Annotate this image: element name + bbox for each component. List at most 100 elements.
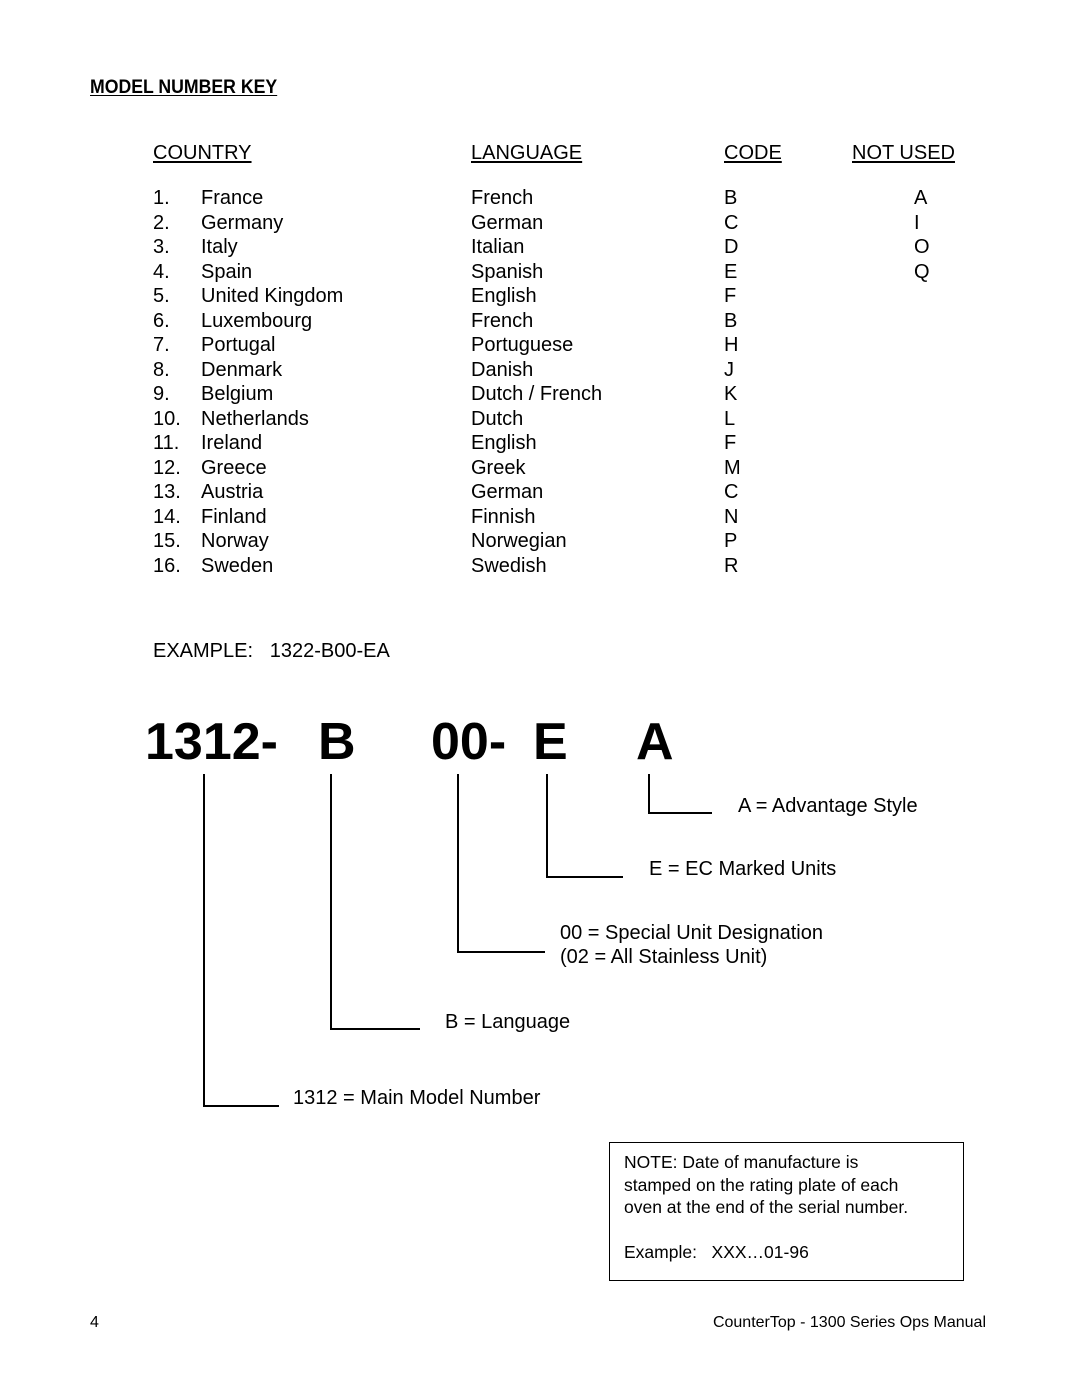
note-line: NOTE: Date of manufacture is bbox=[624, 1152, 859, 1172]
row-language: French bbox=[471, 309, 534, 332]
example-line: EXAMPLE: 1322-B00-EA bbox=[153, 640, 390, 663]
bracket-a-vertical bbox=[648, 774, 650, 813]
row-country: United Kingdom bbox=[201, 285, 344, 307]
row-number: 14. bbox=[153, 505, 181, 528]
row-code: F bbox=[724, 285, 737, 307]
model-part-special: 00- bbox=[431, 713, 507, 771]
row-country: Italy bbox=[201, 236, 238, 258]
row-country: Finland bbox=[201, 505, 267, 528]
page-number: 4 bbox=[90, 1314, 99, 1331]
row-number: 16. bbox=[153, 554, 181, 577]
bracket-e-horizontal bbox=[546, 876, 623, 878]
row-country: Ireland bbox=[201, 432, 263, 454]
row-number: 13. bbox=[153, 481, 181, 503]
row-code: B bbox=[724, 187, 738, 209]
row-country: Germany bbox=[201, 211, 284, 234]
label-advantage-style: A = Advantage Style bbox=[738, 795, 918, 817]
label-ec-marked: E = EC Marked Units bbox=[649, 858, 837, 880]
bracket-b-horizontal bbox=[330, 1028, 420, 1030]
row-number: 4. bbox=[153, 260, 170, 283]
row-not-used: Q bbox=[914, 260, 930, 283]
row-country: Spain bbox=[201, 260, 253, 283]
row-code: D bbox=[724, 236, 739, 258]
model-part-style: A bbox=[636, 713, 674, 771]
label-main-model: 1312 = Main Model Number bbox=[293, 1087, 541, 1109]
bracket-main-horizontal bbox=[203, 1105, 279, 1107]
row-language: German bbox=[471, 211, 544, 234]
column-header-not-used: NOT USED bbox=[852, 142, 955, 164]
manual-title: CounterTop - 1300 Series Ops Manual bbox=[712, 1314, 986, 1331]
page-heading: MODEL NUMBER KEY bbox=[90, 77, 278, 98]
row-language: German bbox=[471, 481, 544, 503]
column-header-language: LANGUAGE bbox=[471, 142, 583, 164]
row-not-used: O bbox=[914, 236, 930, 258]
row-language: French bbox=[471, 187, 534, 209]
row-code: J bbox=[724, 358, 734, 381]
row-language: English bbox=[471, 432, 537, 454]
row-not-used: I bbox=[914, 211, 920, 234]
row-code: K bbox=[724, 383, 738, 405]
column-header-country: COUNTRY bbox=[153, 142, 252, 164]
label-special-unit: 00 = Special Unit Designation bbox=[560, 922, 823, 944]
column-header-code: CODE bbox=[724, 142, 782, 164]
bracket-main-vertical bbox=[203, 774, 205, 1106]
row-country: Sweden bbox=[201, 554, 274, 577]
model-part-ec: E bbox=[533, 713, 568, 771]
row-number: 12. bbox=[153, 456, 181, 479]
row-language: Greek bbox=[471, 456, 526, 479]
row-number: 9. bbox=[153, 383, 170, 405]
row-number: 7. bbox=[153, 334, 170, 356]
row-language: Norwegian bbox=[471, 530, 567, 552]
row-language: Portuguese bbox=[471, 334, 574, 356]
row-language: Italian bbox=[471, 236, 525, 258]
row-code: C bbox=[724, 211, 739, 234]
row-number: 8. bbox=[153, 358, 170, 381]
label-all-stainless: (02 = All Stainless Unit) bbox=[560, 946, 768, 968]
note-line: stamped on the rating plate of each bbox=[624, 1174, 899, 1195]
row-code: M bbox=[724, 456, 741, 479]
row-code: N bbox=[724, 505, 739, 528]
row-number: 15. bbox=[153, 530, 181, 552]
row-country: Norway bbox=[201, 530, 269, 552]
row-number: 1. bbox=[153, 187, 170, 209]
row-code: P bbox=[724, 530, 738, 552]
row-country: Portugal bbox=[201, 334, 276, 356]
row-language: Dutch / French bbox=[471, 383, 603, 405]
row-language: Finnish bbox=[471, 505, 536, 528]
row-language: Spanish bbox=[471, 260, 544, 283]
label-language: B = Language bbox=[445, 1011, 571, 1033]
row-code: C bbox=[724, 481, 739, 503]
row-number: 10. bbox=[153, 407, 181, 430]
note-box: NOTE: Date of manufacture is stamped on … bbox=[609, 1142, 964, 1281]
example-value: 1322-B00-EA bbox=[269, 640, 390, 662]
bracket-b-vertical bbox=[330, 774, 332, 1029]
row-code: H bbox=[724, 334, 739, 356]
row-code: F bbox=[724, 432, 737, 454]
bracket-a-horizontal bbox=[648, 812, 712, 814]
row-language: Danish bbox=[471, 358, 534, 381]
row-country: Denmark bbox=[201, 358, 283, 381]
row-language: Dutch bbox=[471, 407, 524, 430]
row-country: Austria bbox=[201, 481, 264, 503]
row-country: Belgium bbox=[201, 383, 274, 405]
row-number: 11. bbox=[153, 432, 180, 454]
row-code: R bbox=[724, 554, 739, 577]
row-country: France bbox=[201, 187, 264, 209]
bracket-e-vertical bbox=[546, 774, 548, 877]
row-country: Netherlands bbox=[201, 407, 309, 430]
row-number: 3. bbox=[153, 236, 170, 258]
note-example: Example: XXX…01-96 bbox=[624, 1241, 809, 1262]
model-part-language: B bbox=[318, 713, 356, 771]
row-code: L bbox=[724, 407, 736, 430]
bracket-special-vertical bbox=[457, 774, 459, 952]
row-code: B bbox=[724, 309, 738, 332]
row-number: 6. bbox=[153, 309, 170, 332]
row-country: Luxembourg bbox=[201, 309, 313, 332]
row-not-used: A bbox=[914, 187, 928, 209]
row-number: 2. bbox=[153, 211, 170, 234]
row-number: 5. bbox=[153, 285, 170, 307]
example-label: EXAMPLE: bbox=[153, 640, 254, 662]
model-part-main: 1312- bbox=[145, 713, 278, 771]
row-code: E bbox=[724, 260, 738, 283]
bracket-special-horizontal bbox=[457, 951, 545, 953]
